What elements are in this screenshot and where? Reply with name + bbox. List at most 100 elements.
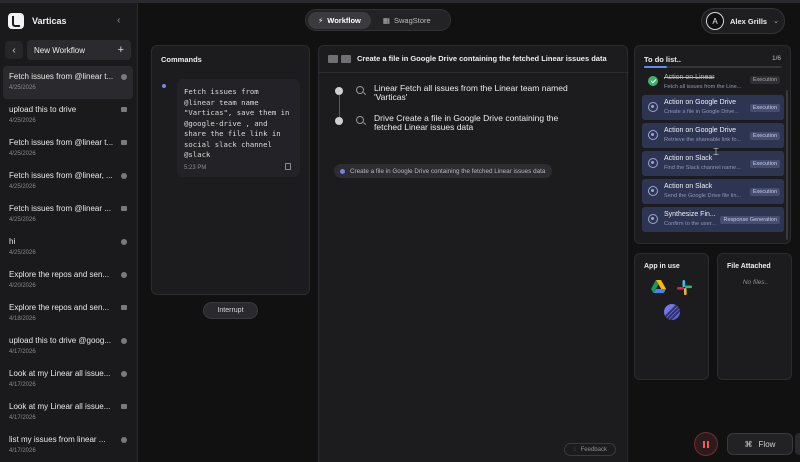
envelope-icon[interactable] [121, 206, 127, 211]
todo-tag: Response Generation [720, 216, 780, 224]
apps-title: App in use [644, 263, 680, 270]
pending-circle-icon [648, 102, 658, 112]
dot-icon[interactable] [121, 338, 127, 344]
chat-title: Fetch issues from @linear ... [9, 204, 111, 213]
chat-history-item[interactable]: hi 4/25/2026 [3, 231, 133, 264]
edge-button[interactable] [795, 433, 800, 455]
chat-history-item[interactable]: Explore the repos and sen... 4/18/2026 [3, 297, 133, 330]
panel-view-icons [328, 54, 351, 63]
linear-icon[interactable] [664, 304, 680, 320]
dot-icon[interactable] [121, 272, 127, 278]
chat-history-list: Fetch issues from @linear t... 4/25/2026 u… [3, 66, 133, 462]
step-dot-icon [335, 87, 343, 95]
step-text: Linear Fetch all issues from the Linear … [374, 83, 568, 102]
pending-circle-icon [648, 186, 658, 196]
brand-name: Varticas [32, 16, 67, 26]
chat-title: upload this to drive @goog... [9, 336, 111, 345]
varticas-logo-icon [8, 13, 24, 29]
chat-date: 4/17/2026 [9, 349, 36, 355]
chat-history-item[interactable]: Look at my Linear all issue... 4/17/2026 [3, 396, 133, 429]
flow-button[interactable]: ⌘ Flow [727, 433, 793, 455]
workflow-title: Create a file in Google Drive containing… [357, 54, 607, 63]
back-button[interactable]: ‹ [5, 41, 23, 59]
envelope-icon[interactable] [121, 305, 127, 310]
chat-history-item[interactable]: Fetch issues from @linear t... 4/25/2026 [3, 66, 133, 99]
divider [319, 72, 629, 73]
dot-icon[interactable] [121, 437, 127, 443]
tab-swagstore[interactable]: ▦ SwagStore [373, 12, 441, 29]
chat-history-item[interactable]: Fetch issues from @linear, ... 4/25/2026 [3, 165, 133, 198]
chat-date: 4/17/2026 [9, 415, 36, 421]
todo-tag: Execution [749, 76, 780, 84]
dot-icon[interactable] [121, 74, 127, 80]
chat-history-item[interactable]: upload this to drive 4/25/2026 [3, 99, 133, 132]
envelope-icon[interactable] [121, 404, 127, 409]
todo-item[interactable]: Action on Linear Fetch all issues from th… [642, 74, 784, 92]
workflow-header: Create a file in Google Drive containing… [328, 54, 607, 63]
pause-button[interactable] [694, 432, 718, 456]
chat-history-item[interactable]: Fetch issues from @linear ... 4/25/2026 [3, 198, 133, 231]
window-icon[interactable] [341, 54, 351, 63]
todo-tag: Execution [749, 132, 780, 140]
view-switcher: ⚡ Workflow ▦ SwagStore [305, 9, 451, 31]
dot-icon[interactable] [121, 371, 127, 377]
chat-title: Explore the repos and sen... [9, 270, 110, 279]
check-circle-icon [648, 76, 658, 86]
chat-history-item[interactable]: upload this to drive @goog... 4/17/2026 [3, 330, 133, 363]
todo-scrollbar[interactable] [786, 90, 788, 240]
chat-history-item[interactable]: Look at my Linear all issue... 4/17/2026 [3, 363, 133, 396]
interrupt-button[interactable]: Interrupt [203, 302, 258, 319]
todo-description: Retrieve the shareable link fo... [664, 137, 742, 143]
command-time: 5:23 PM [184, 165, 207, 171]
google-drive-icon[interactable] [651, 280, 666, 293]
pending-circle-icon [648, 130, 658, 140]
collapse-sidebar-icon[interactable]: ‹ [117, 15, 120, 26]
profile-menu[interactable]: A Alex Grills ⌄ [701, 8, 785, 34]
slack-icon[interactable] [677, 280, 692, 295]
pending-circle-icon [648, 158, 658, 168]
chat-title: Explore the repos and sen... [9, 303, 110, 312]
chat-history-item[interactable]: list my issues from linear ... 4/17/2026 [3, 429, 133, 462]
files-panel: File Attached No files.. [717, 253, 792, 380]
pending-circle-icon [648, 214, 658, 224]
chat-date: 4/25/2026 [9, 217, 36, 223]
todo-item[interactable]: Action on Google Drive Retrieve the share… [642, 123, 784, 148]
workflow-panel: Create a file in Google Drive containing… [318, 45, 629, 462]
todo-item[interactable]: Synthesize Fin... Confirm to the user... R… [642, 207, 784, 232]
dot-icon[interactable] [121, 239, 127, 245]
chat-date: 4/17/2026 [9, 448, 36, 454]
chat-history-item[interactable]: Explore the repos and sen... 4/20/2026 [3, 264, 133, 297]
todo-title: To do list.. [644, 55, 681, 64]
brand[interactable]: Varticas [8, 13, 67, 29]
todo-progress-bar [644, 66, 782, 68]
grid-icon: ▦ [382, 15, 390, 25]
no-files-text: No files.. [742, 279, 769, 286]
new-workflow-button[interactable]: New Workflow + [27, 40, 131, 60]
commands-panel: Commands Fetch issues from @linear team … [151, 45, 310, 295]
todo-tag: Execution [749, 188, 780, 196]
todo-item[interactable]: Action on Google Drive Create a file in G… [642, 95, 784, 120]
todo-name: Action on Slack [664, 155, 713, 162]
envelope-icon[interactable] [121, 140, 127, 145]
dot-icon[interactable] [121, 173, 127, 179]
avatar: A [706, 12, 724, 30]
todo-name: Action on Google Drive [664, 99, 736, 106]
todo-name: Synthesize Fin... [664, 211, 716, 218]
chat-title: list my issues from linear ... [9, 435, 106, 444]
todo-description: Send the Google Drive file lin... [664, 193, 742, 199]
tab-workflow[interactable]: ⚡ Workflow [308, 11, 371, 29]
todo-item[interactable]: Action on Slack Send the Google Drive fil… [642, 179, 784, 204]
step-connector [338, 95, 340, 117]
current-task-text: Create a file in Google Drive containing… [350, 167, 546, 175]
layout-icon[interactable] [328, 54, 338, 63]
copy-icon[interactable] [285, 163, 291, 170]
chat-history-item[interactable]: Fetch issues from @linear t... 4/25/2026 [3, 132, 133, 165]
profile-name: Alex Grills [730, 16, 768, 26]
command-message: Fetch issues from @linear team name "Var… [177, 79, 300, 177]
chat-title: Fetch issues from @linear t... [9, 138, 114, 147]
pause-icon [703, 440, 705, 448]
envelope-icon[interactable] [121, 107, 127, 112]
feedback-button[interactable]: ◌ Feedback [564, 443, 616, 456]
current-task-chip[interactable]: Create a file in Google Drive containing… [334, 164, 553, 178]
chat-title: Fetch issues from @linear t... [9, 72, 114, 81]
